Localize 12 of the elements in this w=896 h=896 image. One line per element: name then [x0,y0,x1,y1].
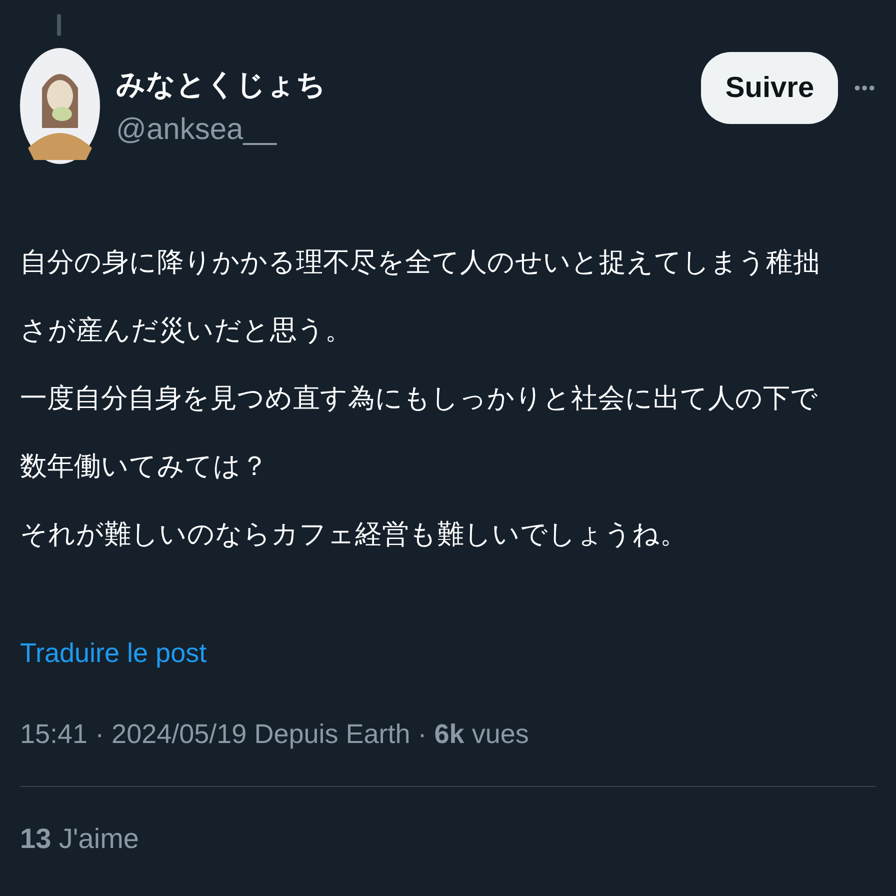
follow-button[interactable]: Suivre [701,52,838,124]
translate-link[interactable]: Traduire le post [20,638,207,669]
post-text-line: 数年働いてみては？ [20,450,269,483]
post-text-line: それが難しいのならカフェ経営も難しいでしょうね。 [20,518,688,551]
post-text-line: 自分の身に降りかかる理不尽を全て人のせいと捉えてしまう稚拙 [20,246,821,279]
post-text-line: 一度自分自身を見つめ直す為にもしっかりと社会に出て人の下で [20,382,819,415]
display-name: みなとくじょち [116,68,327,103]
more-button[interactable]: ••• [854,78,876,98]
like-count: 13 J'aime [20,823,140,855]
post-text-line: さが産んだ災いだと思う。 [20,314,353,347]
username: @anksea__ [116,113,278,147]
post-metadata: 15:41 · 2024/05/19 Depuis Earth · 6k vues [20,719,530,750]
